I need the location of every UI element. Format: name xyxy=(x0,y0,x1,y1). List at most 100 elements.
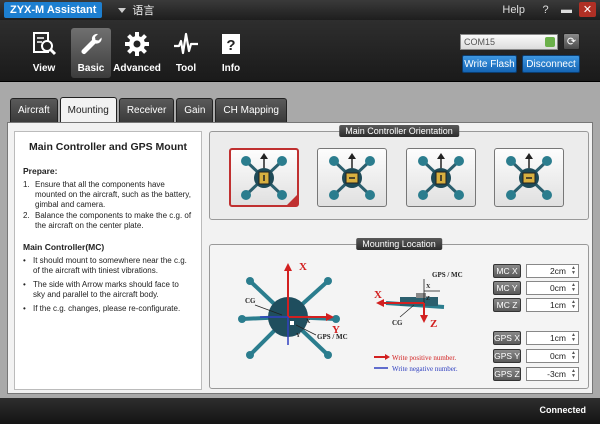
aircraft-top-diagram: X Y CG X Y GPS / MC xyxy=(238,261,348,359)
spinner-icon[interactable]: ▲ ▼ xyxy=(571,283,576,293)
aircraft-side-diagram: GPS / MC X Z X Z CG Write positive numbe… xyxy=(374,271,463,373)
help-link[interactable]: Help xyxy=(502,4,525,16)
gps-x-value: 1cm xyxy=(549,333,566,343)
side-gps-mc-label: GPS / MC xyxy=(432,271,463,279)
x-axis-label: X xyxy=(299,261,307,273)
mc-z-value: 1cm xyxy=(549,300,566,310)
mc-y-label: MC Y xyxy=(493,281,521,295)
orientation-option-4[interactable] xyxy=(494,148,564,207)
item-text: It should mount to somewhere near the c.… xyxy=(33,256,187,275)
gear-icon xyxy=(125,32,149,56)
waveform-icon xyxy=(174,32,198,55)
tab-ch-mapping[interactable]: CH Mapping xyxy=(215,98,287,122)
item-number: 1. xyxy=(23,180,30,189)
mc-x-label: MC X xyxy=(493,264,521,278)
info-document-icon: ? xyxy=(222,34,240,54)
side-cg-label: CG xyxy=(392,319,403,327)
item-text: If the c.g. changes, please re-configura… xyxy=(33,304,181,313)
orientation-group: Main Controller Orientation xyxy=(209,125,589,220)
negative-legend-text: Write negative number. xyxy=(392,365,458,373)
bullet: • xyxy=(23,280,26,289)
mc-heading: Main Controller(MC) xyxy=(23,242,105,252)
orientation-option-3[interactable] xyxy=(406,148,476,207)
gps-z-label: GPS Z xyxy=(493,367,521,381)
toolbar-advanced-label: Advanced xyxy=(113,63,161,74)
orientation-option-2[interactable] xyxy=(317,148,387,207)
item-text: Balance the components to make the c.g. … xyxy=(35,211,192,230)
spinner-icon[interactable]: ▲ ▼ xyxy=(571,333,576,343)
wrench-icon xyxy=(81,33,102,54)
prepare-item: 2. Balance the components to make the c.… xyxy=(23,211,193,231)
side-small-x-label: X xyxy=(426,284,431,290)
gps-x-input[interactable]: 1cm ▲ ▼ xyxy=(526,331,579,345)
spinner-icon[interactable]: ▲ ▼ xyxy=(571,300,576,310)
mc-x-input[interactable]: 2cm ▲ ▼ xyxy=(526,264,579,278)
quadcopter-icon xyxy=(329,152,375,200)
mc-y-row: MC Y 0cm ▲ ▼ xyxy=(493,281,579,295)
tab-receiver[interactable]: Receiver xyxy=(118,98,175,122)
refresh-icon[interactable]: ⟳ xyxy=(563,33,580,50)
main-area: Aircraft Mounting Receiver Gain CH Mappi… xyxy=(0,82,600,398)
close-icon[interactable]: ✕ xyxy=(579,2,596,17)
mc-y-value: 0cm xyxy=(549,283,566,293)
gps-z-input[interactable]: -3cm ▲ ▼ xyxy=(526,367,579,381)
small-y-label: Y xyxy=(296,333,301,339)
mounting-location-group: Mounting Location X Y CG X Y GPS / MC GP… xyxy=(209,238,589,389)
gps-x-row: GPS X 1cm ▲ ▼ xyxy=(493,331,579,345)
tab-aircraft[interactable]: Aircraft xyxy=(10,98,58,122)
mc-y-input[interactable]: 0cm ▲ ▼ xyxy=(526,281,579,295)
item-text: Ensure that all the components have moun… xyxy=(35,180,191,209)
mc-z-input[interactable]: 1cm ▲ ▼ xyxy=(526,298,579,312)
toolbar-basic-button[interactable]: Basic xyxy=(71,28,111,78)
spinner-icon[interactable]: ▲ ▼ xyxy=(571,351,576,361)
instructions-title: Main Controller and GPS Mount xyxy=(28,141,188,153)
magnifier-document-icon xyxy=(33,32,57,56)
quadcopter-icon xyxy=(506,152,552,200)
z-axis-label: Z xyxy=(430,318,437,330)
gps-y-input[interactable]: 0cm ▲ ▼ xyxy=(526,349,579,363)
mc-x-row: MC X 2cm ▲ ▼ xyxy=(493,264,579,278)
instructions-panel: Main Controller and GPS Mount Prepare: 1… xyxy=(14,131,202,390)
com-port-select[interactable]: COM15 xyxy=(460,34,558,50)
disconnect-button[interactable]: Disconnect xyxy=(522,55,580,73)
toolbar-advanced-button[interactable]: Advanced xyxy=(113,28,161,78)
prepare-heading: Prepare: xyxy=(23,166,58,176)
tab-content: Main Controller and GPS Mount Prepare: 1… xyxy=(7,122,593,394)
spinner-icon[interactable]: ▲ ▼ xyxy=(571,266,576,276)
question-icon[interactable]: ? xyxy=(537,2,554,17)
app-title: ZYX-M Assistant xyxy=(4,2,103,18)
connection-status: Connected xyxy=(539,405,586,415)
minimize-icon[interactable]: ▬ xyxy=(558,2,575,17)
toolbar-view-button[interactable]: View xyxy=(24,28,64,78)
language-label: 语言 xyxy=(132,5,155,17)
selected-corner-icon xyxy=(287,195,297,205)
prepare-item: 1. Ensure that all the components have m… xyxy=(23,180,193,210)
status-bar: Connected xyxy=(0,398,600,424)
dropdown-triangle-icon xyxy=(118,7,127,13)
write-flash-button[interactable]: Write Flash xyxy=(462,55,517,73)
quadcopter-icon xyxy=(418,152,464,200)
title-bar: ZYX-M Assistant 语言 Help ? ▬ ✕ xyxy=(0,0,600,20)
toolbar-tool-button[interactable]: Tool xyxy=(166,28,206,78)
gps-z-value: -3cm xyxy=(547,369,566,379)
mounting-location-title: Mounting Location xyxy=(356,238,442,250)
positive-legend-text: Write positive number. xyxy=(392,354,456,362)
language-selector[interactable]: 语言 xyxy=(118,2,154,18)
gps-y-row: GPS Y 0cm ▲ ▼ xyxy=(493,349,579,363)
gps-z-row: GPS Z -3cm ▲ ▼ xyxy=(493,367,579,381)
side-x-axis-label: X xyxy=(374,289,382,301)
toolbar-info-label: Info xyxy=(221,63,241,74)
tab-mounting[interactable]: Mounting xyxy=(59,97,117,122)
mc-item: • It should mount to somewhere near the … xyxy=(23,256,193,276)
bullet: • xyxy=(23,256,26,265)
bullet: • xyxy=(23,304,26,313)
tab-gain[interactable]: Gain xyxy=(176,98,214,122)
mc-item: • If the c.g. changes, please re-configu… xyxy=(23,304,193,314)
toolbar-basic-label: Basic xyxy=(77,63,105,74)
toolbar-info-button[interactable]: ? Info xyxy=(211,28,251,78)
small-x-label: X xyxy=(306,319,311,325)
spinner-icon[interactable]: ▲ ▼ xyxy=(571,369,576,379)
orientation-option-1[interactable] xyxy=(229,148,299,207)
mc-z-label: MC Z xyxy=(493,298,521,312)
cg-label: CG xyxy=(245,297,256,305)
